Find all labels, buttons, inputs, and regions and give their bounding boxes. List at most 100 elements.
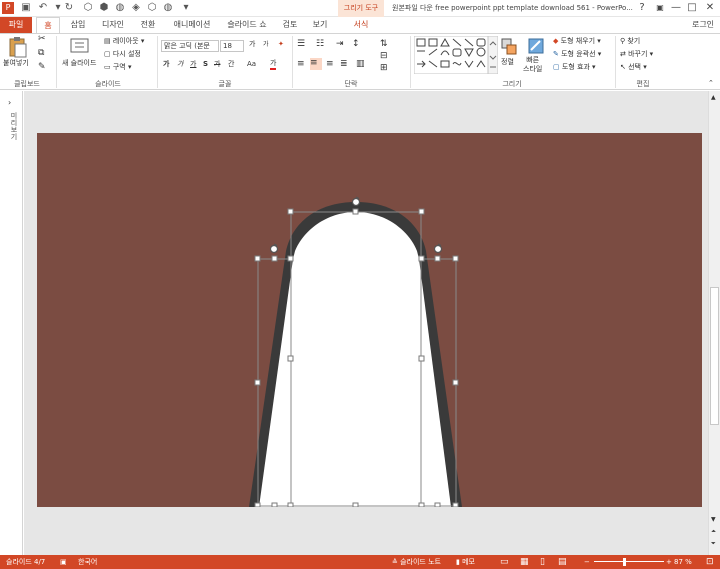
qat-shape-icon-3[interactable]: ◍ bbox=[114, 2, 126, 14]
tab-home[interactable]: 홈 bbox=[36, 17, 60, 34]
copy-icon[interactable]: ⧉ bbox=[38, 48, 44, 59]
slide[interactable] bbox=[37, 133, 702, 507]
find-button[interactable]: ⚲ 찾기 bbox=[620, 36, 640, 47]
zoom-slider-track[interactable] bbox=[594, 561, 664, 562]
scroll-down-icon[interactable]: ▼ bbox=[711, 516, 716, 523]
slideshow-view-icon[interactable]: ▤ bbox=[558, 555, 567, 569]
tab-animations[interactable]: 애니메이션 bbox=[166, 17, 218, 33]
qat-shape-icon-6[interactable]: ◍ bbox=[162, 2, 174, 14]
tab-transitions[interactable]: 전환 bbox=[134, 17, 162, 33]
tab-design[interactable]: 디자인 bbox=[96, 17, 130, 33]
tab-slideshow[interactable]: 슬라이드 쇼 bbox=[222, 17, 272, 33]
minimize-button[interactable]: — bbox=[668, 1, 684, 15]
select-icon: ↖ bbox=[620, 63, 629, 71]
quick-styles-icon[interactable] bbox=[528, 38, 544, 56]
tab-file[interactable]: 파일 bbox=[0, 17, 32, 33]
signin-link[interactable]: 로그인 bbox=[686, 17, 720, 33]
previous-slide-icon[interactable]: ⏶ bbox=[711, 528, 716, 536]
paste-label[interactable]: 붙여넣기 bbox=[3, 58, 29, 69]
expand-pane-icon[interactable]: › bbox=[8, 97, 11, 108]
grow-font-button[interactable]: 가 bbox=[249, 39, 255, 50]
slide-counter: 슬라이드 4/7 bbox=[6, 558, 46, 566]
align-center-icon[interactable]: ≡ bbox=[310, 58, 322, 70]
help-button[interactable]: ? bbox=[634, 1, 650, 15]
char-spacing-button[interactable]: 간 bbox=[228, 59, 234, 70]
notes-button[interactable]: ≙ 슬라이드 노트 bbox=[392, 555, 441, 569]
spellcheck-icon[interactable]: ▣ bbox=[60, 555, 67, 569]
align-right-icon[interactable]: ≡ bbox=[326, 59, 334, 70]
paste-icon[interactable] bbox=[8, 36, 28, 58]
qat-customize-icon[interactable]: ▾ bbox=[180, 2, 192, 14]
text-direction-icon[interactable]: ⇅ bbox=[380, 39, 388, 50]
indent-icon[interactable]: ⇥ bbox=[336, 39, 344, 50]
slide-sorter-icon[interactable]: ▦ bbox=[520, 555, 529, 569]
undo-icon[interactable]: ↶ bbox=[37, 2, 49, 14]
language-indicator[interactable]: 한국어 bbox=[78, 555, 97, 569]
new-slide-label[interactable]: 새 슬라이드 bbox=[62, 58, 96, 69]
fit-slide-icon[interactable]: ⊡ bbox=[706, 555, 714, 569]
section-button[interactable]: ▭ 구역 ▾ bbox=[104, 62, 131, 73]
qat-shape-icon-4[interactable]: ◈ bbox=[130, 2, 142, 14]
cut-icon[interactable]: ✂ bbox=[38, 34, 46, 45]
reset-button[interactable]: ▢ 다시 설정 bbox=[104, 49, 141, 60]
shrink-font-button[interactable]: 가 bbox=[263, 39, 269, 50]
scroll-up-icon[interactable]: ▲ bbox=[711, 94, 716, 101]
numbering-icon[interactable]: ☷ bbox=[316, 39, 324, 50]
font-name-combo[interactable]: 맑은 고딕 (본문 bbox=[161, 40, 219, 52]
collapse-ribbon-icon[interactable]: ⌃ bbox=[708, 78, 714, 89]
scrollbar-thumb[interactable] bbox=[710, 287, 719, 425]
close-button[interactable]: ✕ bbox=[702, 1, 718, 15]
maximize-button[interactable]: □ bbox=[684, 1, 700, 15]
pen-icon: ✎ bbox=[553, 50, 562, 58]
shadow-button[interactable]: S bbox=[203, 59, 208, 70]
strikethrough-button[interactable]: 가 bbox=[214, 59, 220, 70]
justify-icon[interactable]: ≣ bbox=[340, 59, 348, 70]
shape-effects-button[interactable]: ▢ 도형 효과 ▾ bbox=[553, 62, 596, 73]
comments-button[interactable]: ▮ 메모 bbox=[456, 555, 475, 569]
replace-button[interactable]: ⇄ 바꾸기 ▾ bbox=[620, 49, 653, 60]
reading-view-icon[interactable]: ▯ bbox=[540, 555, 545, 569]
zoom-slider-thumb[interactable] bbox=[623, 558, 626, 566]
bullets-icon[interactable]: ☰ bbox=[297, 39, 305, 50]
layout-button[interactable]: ▤ 레이아웃 ▾ bbox=[104, 36, 144, 47]
bold-button[interactable]: 가 bbox=[163, 59, 169, 70]
tab-format[interactable]: 서식 bbox=[340, 17, 382, 33]
italic-button[interactable]: 가 bbox=[177, 59, 183, 70]
redo-icon[interactable]: ↻ bbox=[63, 2, 75, 14]
shape-outline-button[interactable]: ✎ 도형 윤곽선 ▾ bbox=[553, 49, 601, 60]
tab-view[interactable]: 보기 bbox=[306, 17, 334, 33]
clear-format-icon[interactable]: ✦ bbox=[278, 39, 284, 50]
columns-icon[interactable]: ▥ bbox=[356, 59, 365, 70]
qat-shape-icon-5[interactable]: ⬡ bbox=[146, 2, 158, 14]
select-label: 선택 ▾ bbox=[628, 63, 647, 71]
smartart-icon[interactable]: ⊞ bbox=[380, 63, 388, 74]
save-icon[interactable]: ▣ bbox=[20, 2, 32, 14]
font-color-button[interactable]: 가 bbox=[270, 59, 277, 70]
vertical-scrollbar[interactable]: ▲ ▼ ⏶ ⏷ bbox=[708, 91, 720, 555]
zoom-in-button[interactable]: + bbox=[666, 555, 672, 569]
shape-fill-button[interactable]: ◆ 도형 채우기 ▾ bbox=[553, 36, 601, 47]
arrange-label[interactable]: 정렬 bbox=[501, 57, 514, 68]
next-slide-icon[interactable]: ⏷ bbox=[711, 540, 716, 548]
thumbnails-label[interactable]: 미리보기 bbox=[6, 112, 18, 140]
align-left-icon[interactable]: ≡ bbox=[297, 59, 305, 70]
line-spacing-icon[interactable]: ↕ bbox=[352, 39, 360, 50]
qat-shape-icon-1[interactable]: ⬡ bbox=[82, 2, 94, 14]
normal-view-icon[interactable]: ▭ bbox=[500, 555, 509, 569]
qat-shape-icon-2[interactable]: ⬢ bbox=[98, 2, 110, 14]
ribbon-display-button[interactable]: ▣ bbox=[652, 1, 668, 15]
tab-review[interactable]: 검토 bbox=[276, 17, 304, 33]
underline-button[interactable]: 가 bbox=[190, 59, 196, 70]
font-size-combo[interactable]: 18 bbox=[220, 40, 244, 52]
shape-gallery[interactable] bbox=[414, 36, 498, 74]
zoom-out-button[interactable]: − bbox=[584, 555, 590, 569]
change-case-button[interactable]: Aa bbox=[247, 59, 256, 70]
arrange-icon[interactable] bbox=[501, 38, 517, 56]
format-painter-icon[interactable]: ✎ bbox=[38, 62, 46, 73]
quick-styles-label[interactable]: 빠른 스타일 bbox=[523, 56, 542, 74]
tab-insert[interactable]: 삽입 bbox=[64, 17, 92, 33]
zoom-level[interactable]: 87 % bbox=[674, 555, 692, 569]
new-slide-icon[interactable] bbox=[70, 36, 92, 56]
select-button[interactable]: ↖ 선택 ▾ bbox=[620, 62, 647, 73]
align-text-icon[interactable]: ⊟ bbox=[380, 51, 388, 62]
